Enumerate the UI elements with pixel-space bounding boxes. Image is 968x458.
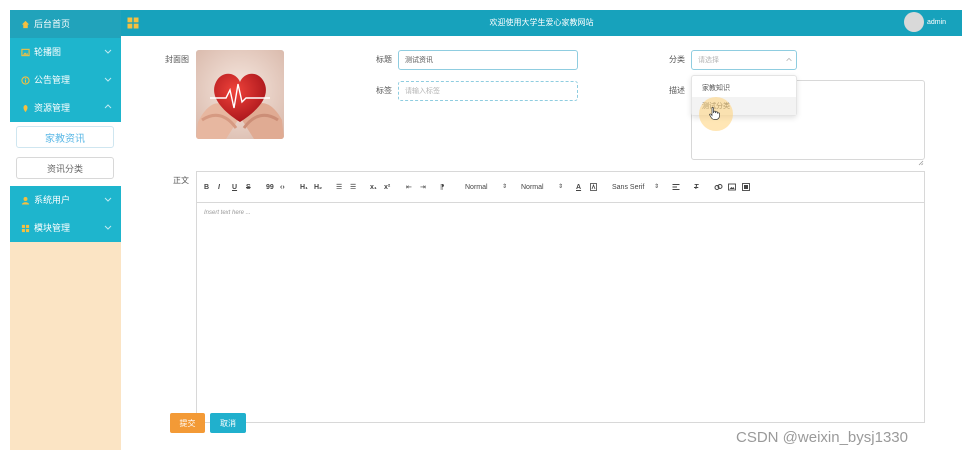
category-label: 分类 bbox=[669, 55, 685, 64]
info-icon bbox=[20, 75, 30, 85]
tags-input[interactable]: 请输入标签 bbox=[398, 81, 578, 101]
h2-button[interactable]: H₂ bbox=[314, 183, 322, 192]
direction-button[interactable]: ⁋ bbox=[440, 183, 444, 192]
font-picker-arrows-icon[interactable]: ⇕ bbox=[654, 183, 659, 192]
sidebar-item-label: 资源管理 bbox=[34, 103, 71, 113]
chevron-up-icon bbox=[785, 56, 793, 66]
sidebar-item-resources[interactable]: 资源管理 bbox=[10, 94, 121, 122]
sidebar-item-label: 系统用户 bbox=[34, 195, 71, 205]
header-picker-arrows-icon[interactable]: ⇕ bbox=[558, 183, 563, 192]
bold-button[interactable]: B bbox=[204, 183, 209, 192]
code-button[interactable]: ‹› bbox=[280, 183, 285, 192]
sidebar-item-label: 轮播图 bbox=[34, 47, 62, 57]
editor-toolbar: B I U S 99 ‹› H₁ H₂ ☰ ☰ x₁ x² ⇤ ⇥ ⁋ Norm… bbox=[197, 172, 924, 203]
submit-button[interactable]: 提交 bbox=[170, 413, 205, 433]
ordered-list-button[interactable]: ☰ bbox=[336, 183, 342, 192]
superscript-button[interactable]: x² bbox=[384, 183, 390, 192]
chevron-up-icon bbox=[103, 102, 113, 112]
sidebar-item-home[interactable]: 后台首页 bbox=[10, 10, 121, 38]
header-title: 欢迎使用大学生爱心家教网站 bbox=[489, 18, 594, 27]
grid-icon bbox=[20, 223, 30, 233]
align-icon[interactable] bbox=[672, 183, 680, 194]
editor-placeholder: Insert text here ... bbox=[204, 210, 251, 216]
home-icon bbox=[20, 19, 30, 29]
video-insert-icon[interactable] bbox=[742, 183, 750, 194]
submenu-resources: 家教资讯 资讯分类 bbox=[10, 122, 121, 186]
blockquote-button[interactable]: 99 bbox=[266, 183, 274, 192]
cover-label: 封面图 bbox=[165, 55, 189, 64]
sidebar-item-modules[interactable]: 模块管理 bbox=[10, 214, 121, 242]
image-icon bbox=[20, 47, 30, 57]
underline-button[interactable]: U bbox=[232, 183, 237, 192]
subscript-button[interactable]: x₁ bbox=[370, 183, 377, 192]
user-name[interactable]: admin bbox=[927, 19, 946, 27]
sidebar-item-notices[interactable]: 公告管理 bbox=[10, 66, 121, 94]
title-label: 标题 bbox=[376, 55, 392, 64]
size-picker-arrows-icon[interactable]: ⇕ bbox=[502, 183, 507, 192]
sidebar: 后台首页 轮播图 公告管理 资源管理 家教资讯 资讯分类 系统用户 模块管理 bbox=[10, 10, 121, 450]
user-icon bbox=[20, 195, 30, 205]
link-icon[interactable] bbox=[714, 183, 723, 194]
watermark: CSDN @weixin_bysj1330 bbox=[736, 429, 908, 446]
sidebar-item-system-users[interactable]: 系统用户 bbox=[10, 186, 121, 214]
cancel-button[interactable]: 取消 bbox=[210, 413, 246, 433]
chevron-down-icon bbox=[103, 46, 113, 56]
image-insert-icon[interactable] bbox=[728, 183, 736, 194]
text-color-icon[interactable]: A bbox=[576, 183, 581, 192]
sidebar-item-label: 公告管理 bbox=[34, 75, 71, 85]
indent-button[interactable]: ⇥ bbox=[420, 183, 426, 192]
location-icon bbox=[20, 103, 30, 113]
clear-format-icon[interactable]: T bbox=[694, 183, 698, 192]
content-label: 正文 bbox=[173, 176, 189, 185]
font-picker[interactable]: Sans Serif bbox=[612, 183, 644, 192]
submenu-item-news-category[interactable]: 资讯分类 bbox=[16, 157, 114, 179]
category-placeholder: 请选择 bbox=[698, 57, 719, 64]
description-label: 描述 bbox=[669, 86, 685, 95]
rich-text-editor[interactable]: B I U S 99 ‹› H₁ H₂ ☰ ☰ x₁ x² ⇤ ⇥ ⁋ Norm… bbox=[196, 171, 925, 423]
bullet-list-button[interactable]: ☰ bbox=[350, 183, 356, 192]
cover-image[interactable] bbox=[196, 50, 284, 139]
resize-handle-icon[interactable] bbox=[918, 153, 924, 171]
tags-label: 标签 bbox=[376, 86, 392, 95]
title-input[interactable]: 测试资讯 bbox=[398, 50, 578, 70]
submenu-item-tutoring-news[interactable]: 家教资讯 bbox=[16, 126, 114, 148]
heart-hands-image bbox=[196, 50, 284, 139]
chevron-down-icon bbox=[103, 222, 113, 232]
chevron-down-icon bbox=[103, 74, 113, 84]
outdent-button[interactable]: ⇤ bbox=[406, 183, 412, 192]
sidebar-item-carousel[interactable]: 轮播图 bbox=[10, 38, 121, 66]
h1-button[interactable]: H₁ bbox=[300, 183, 308, 192]
sidebar-item-label: 后台首页 bbox=[34, 19, 71, 29]
sidebar-item-label: 模块管理 bbox=[34, 223, 71, 233]
header-picker[interactable]: Normal bbox=[521, 183, 544, 192]
size-picker[interactable]: Normal bbox=[465, 183, 488, 192]
avatar[interactable] bbox=[904, 12, 924, 32]
category-option[interactable]: 家教知识 bbox=[692, 79, 796, 97]
top-header: 欢迎使用大学生爱心家教网站 admin bbox=[121, 10, 962, 36]
italic-button[interactable]: I bbox=[218, 183, 220, 192]
hand-cursor-icon bbox=[709, 107, 720, 125]
background-color-icon[interactable] bbox=[590, 183, 597, 194]
chevron-down-icon bbox=[103, 194, 113, 204]
strike-button[interactable]: S bbox=[246, 183, 251, 192]
category-select[interactable]: 请选择 bbox=[691, 50, 797, 70]
app-root: 后台首页 轮播图 公告管理 资源管理 家教资讯 资讯分类 系统用户 模块管理 欢… bbox=[10, 10, 962, 450]
